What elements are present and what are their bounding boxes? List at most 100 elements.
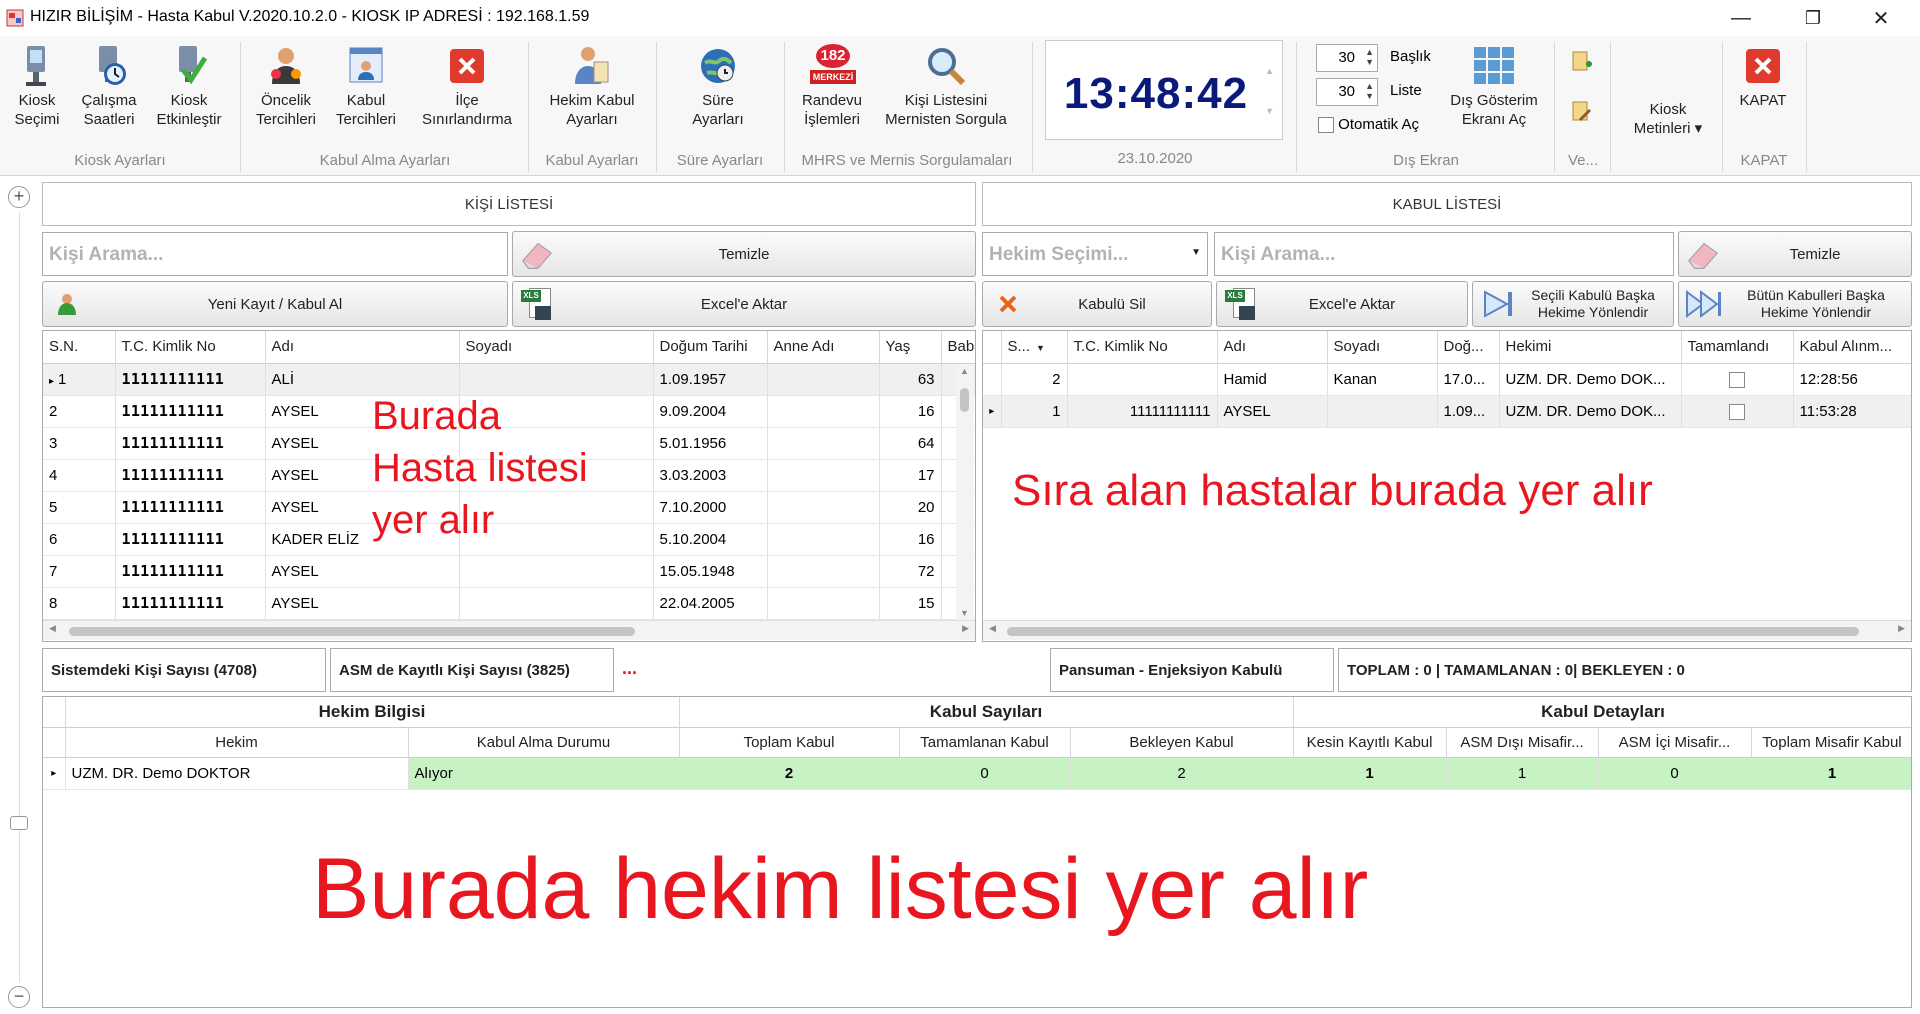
kabul-column-header[interactable]: Soyadı <box>1327 331 1438 364</box>
kisi-column-header[interactable]: T.C. Kimlik No <box>115 331 266 364</box>
kisi-column-header[interactable]: Doğum Tarihi <box>653 331 768 364</box>
calisma-saatleri-button[interactable]: Çalışma Saatleri <box>72 44 146 129</box>
sort-desc-icon[interactable]: ▼ <box>1036 343 1045 353</box>
splitter-handle[interactable] <box>10 816 28 830</box>
kabul-table-row[interactable]: ▸ 1 11111111111 AYSEL 1.09... UZM. DR. Demo D… <box>983 395 1911 428</box>
kabul-column-header[interactable]: Doğ... <box>1437 331 1500 364</box>
baslik-spinner[interactable]: 30 ▲ ▼ <box>1316 44 1378 72</box>
kisi-horizontal-scrollbar[interactable]: ◀ ▶ <box>43 620 975 640</box>
scroll-right-icon[interactable]: ▶ <box>962 623 969 634</box>
right-excel-button[interactable]: XLS Excel'e Aktar <box>1216 281 1468 327</box>
row-number: 1 <box>58 370 67 388</box>
kabul-column-header[interactable]: Tamamlandı <box>1681 331 1794 364</box>
kabul-horizontal-scrollbar[interactable]: ◀ ▶ <box>983 620 1911 640</box>
kisi-column-header[interactable]: Adı <box>265 331 460 364</box>
checkbox-icon[interactable] <box>1729 403 1745 420</box>
pansuman-label[interactable]: Pansuman - Enjeksiyon Kabulü <box>1050 648 1334 692</box>
dis-gosterim-button[interactable]: Dış Gösterim Ekranı Aç <box>1444 44 1544 129</box>
kiosk-etkinlestir-button[interactable]: Kiosk Etkinleştir <box>150 44 228 129</box>
kiosk-metinleri-button[interactable]: Kiosk Metinleri ▾ <box>1618 100 1718 138</box>
kisi-table-row[interactable]: 8 11111111111 AYSEL 22.04.2005 15 <box>43 587 975 620</box>
kabul-tercihleri-button[interactable]: Kabul Tercihleri <box>330 44 402 129</box>
row-number-cell: 5 <box>43 491 116 524</box>
redirect-selected-button[interactable]: Seçili Kabulü Başka Hekime Yönlendir <box>1472 281 1674 327</box>
hekim-column-header[interactable]: Kabul Alma Durumu <box>408 727 680 758</box>
kisi-column-header[interactable]: S.N. <box>43 331 116 364</box>
scroll-right-icon[interactable]: ▶ <box>1898 623 1905 634</box>
kabul-table-row[interactable]: 2 Hamid Kanan 17.0... UZM. DR. Demo DOK... 12… <box>983 363 1911 396</box>
close-window-button[interactable]: ✕ <box>1850 0 1912 36</box>
kisi-table-row[interactable]: 7 11111111111 AYSEL 15.05.1948 72 <box>43 555 975 588</box>
scroll-down-icon[interactable]: ▼ <box>960 608 969 618</box>
expand-icon[interactable]: + <box>8 186 30 208</box>
kabul-column-label: Kabul Alınm... <box>1799 338 1893 356</box>
kiosk-secimi-button[interactable]: Kiosk Seçimi <box>6 44 68 129</box>
kabul-column-header[interactable]: S... ▼ <box>1001 331 1068 364</box>
oncelik-tercihleri-button[interactable]: Öncelik Tercihleri <box>250 44 322 129</box>
sure-ayarlari-button[interactable]: Süre Ayarları <box>666 44 770 129</box>
checkbox-icon[interactable] <box>1729 371 1745 388</box>
left-excel-button[interactable]: XLS Excel'e Aktar <box>512 281 976 327</box>
kabul-column-header[interactable]: Hekimi <box>1499 331 1682 364</box>
tamamlandi-cell[interactable] <box>1681 395 1794 428</box>
row-number: 6 <box>49 530 58 548</box>
redirect-all-button[interactable]: Bütün Kabulleri Başka Hekime Yönlendir <box>1678 281 1912 327</box>
hekim-column-header[interactable]: ASM İçi Misafir... <box>1598 727 1752 758</box>
hekim-column-header[interactable]: Kesin Kayıtlı Kabul <box>1293 727 1447 758</box>
ilce-sinirlandirma-button[interactable]: İlçe Sınırlandırma <box>412 44 522 129</box>
group-dis-ekran: Dış Ekran <box>1393 152 1459 169</box>
kabul-column-header[interactable]: T.C. Kimlik No <box>1067 331 1218 364</box>
hekim-column-header[interactable]: Hekim <box>65 727 409 758</box>
scroll-thumb[interactable] <box>1007 627 1859 636</box>
otomatik-checkbox[interactable]: Otomatik Aç <box>1318 116 1419 134</box>
kisi-column-header[interactable]: Baba <box>941 331 975 364</box>
kabul-column-label: S... <box>1007 338 1031 356</box>
randevu-islemleri-button[interactable]: 182 MERKEZİ Randevu İşlemleri <box>792 44 872 129</box>
spinner-arrows-icon[interactable]: ▲ ▼ <box>1365 81 1374 101</box>
hekim-column-header[interactable]: Toplam Kabul <box>679 727 900 758</box>
adi-cell: AYSEL <box>265 587 460 620</box>
kabul-tercihleri-label: Kabul Tercihleri <box>335 92 396 128</box>
collapse-icon[interactable]: − <box>8 986 30 1008</box>
scroll-thumb[interactable] <box>960 388 969 412</box>
more-dots[interactable]: ... <box>622 658 637 679</box>
tamamlandi-cell[interactable] <box>1681 363 1794 396</box>
toplam-misafir-cell: 1 <box>1751 757 1911 790</box>
hekim-column-header[interactable]: Tamamlanan Kabul <box>899 727 1071 758</box>
hekim-column-header[interactable]: Toplam Misafir Kabul <box>1751 727 1911 758</box>
scroll-up-icon[interactable]: ▲ <box>960 366 969 376</box>
dis-gosterim-label: Dış Gösterim Ekranı Aç <box>1450 92 1538 128</box>
kisi-listesini-sorgula-button[interactable]: Kişi Listesini Mernisten Sorgula <box>874 44 1018 129</box>
edit-document-icon[interactable] <box>1570 100 1594 128</box>
hekim-kabul-ayarlari-button[interactable]: Hekim Kabul Ayarları <box>540 44 644 129</box>
add-document-icon[interactable] <box>1570 50 1594 78</box>
kabul-column-header[interactable]: Kabul Alınm... <box>1793 331 1911 364</box>
badge-182: 182 <box>816 44 850 68</box>
delete-kabul-button[interactable]: Kabulü Sil <box>982 281 1212 327</box>
kisi-column-header[interactable]: Anne Adı <box>767 331 880 364</box>
kisi-column-header[interactable]: Yaş <box>879 331 942 364</box>
hekim-column-header[interactable]: ASM Dışı Misafir... <box>1446 727 1599 758</box>
scroll-left-icon[interactable]: ◀ <box>989 623 996 634</box>
kapat-button[interactable]: KAPAT <box>1728 44 1798 110</box>
new-record-button[interactable]: Yeni Kayıt / Kabul Al <box>42 281 508 327</box>
kisi-column-header[interactable]: Soyadı <box>459 331 654 364</box>
kabul-search-input[interactable]: Kişi Arama... <box>1214 232 1674 276</box>
kisi-search-input[interactable]: Kişi Arama... <box>42 232 508 276</box>
hekim-column-header[interactable]: Bekleyen Kabul <box>1070 727 1294 758</box>
spinner-arrows-icon[interactable]: ▲ ▼ <box>1365 47 1374 67</box>
magnifier-icon <box>924 44 968 88</box>
restore-button[interactable]: ❐ <box>1782 0 1844 36</box>
kabul-column-header[interactable]: Adı <box>1217 331 1328 364</box>
liste-spinner[interactable]: 30 ▲ ▼ <box>1316 78 1378 106</box>
minimize-button[interactable]: — <box>1710 0 1772 36</box>
hekim-table-row[interactable]: ▸ UZM. DR. Demo DOKTOR Alıyor 2 0 2 1 1 0 1 <box>43 757 1911 790</box>
left-clear-button[interactable]: Temizle <box>512 231 976 277</box>
scroll-thumb[interactable] <box>69 627 635 636</box>
scroll-left-icon[interactable]: ◀ <box>49 623 56 634</box>
globe-clock-icon <box>696 44 740 88</box>
delete-kabul-label: Kabulü Sil <box>1078 295 1146 313</box>
hekim-select[interactable]: Hekim Seçimi... ▼ <box>982 232 1208 276</box>
right-clear-button[interactable]: Temizle <box>1678 231 1912 277</box>
kisi-vertical-scrollbar[interactable]: ▲ ▼ <box>956 364 974 620</box>
